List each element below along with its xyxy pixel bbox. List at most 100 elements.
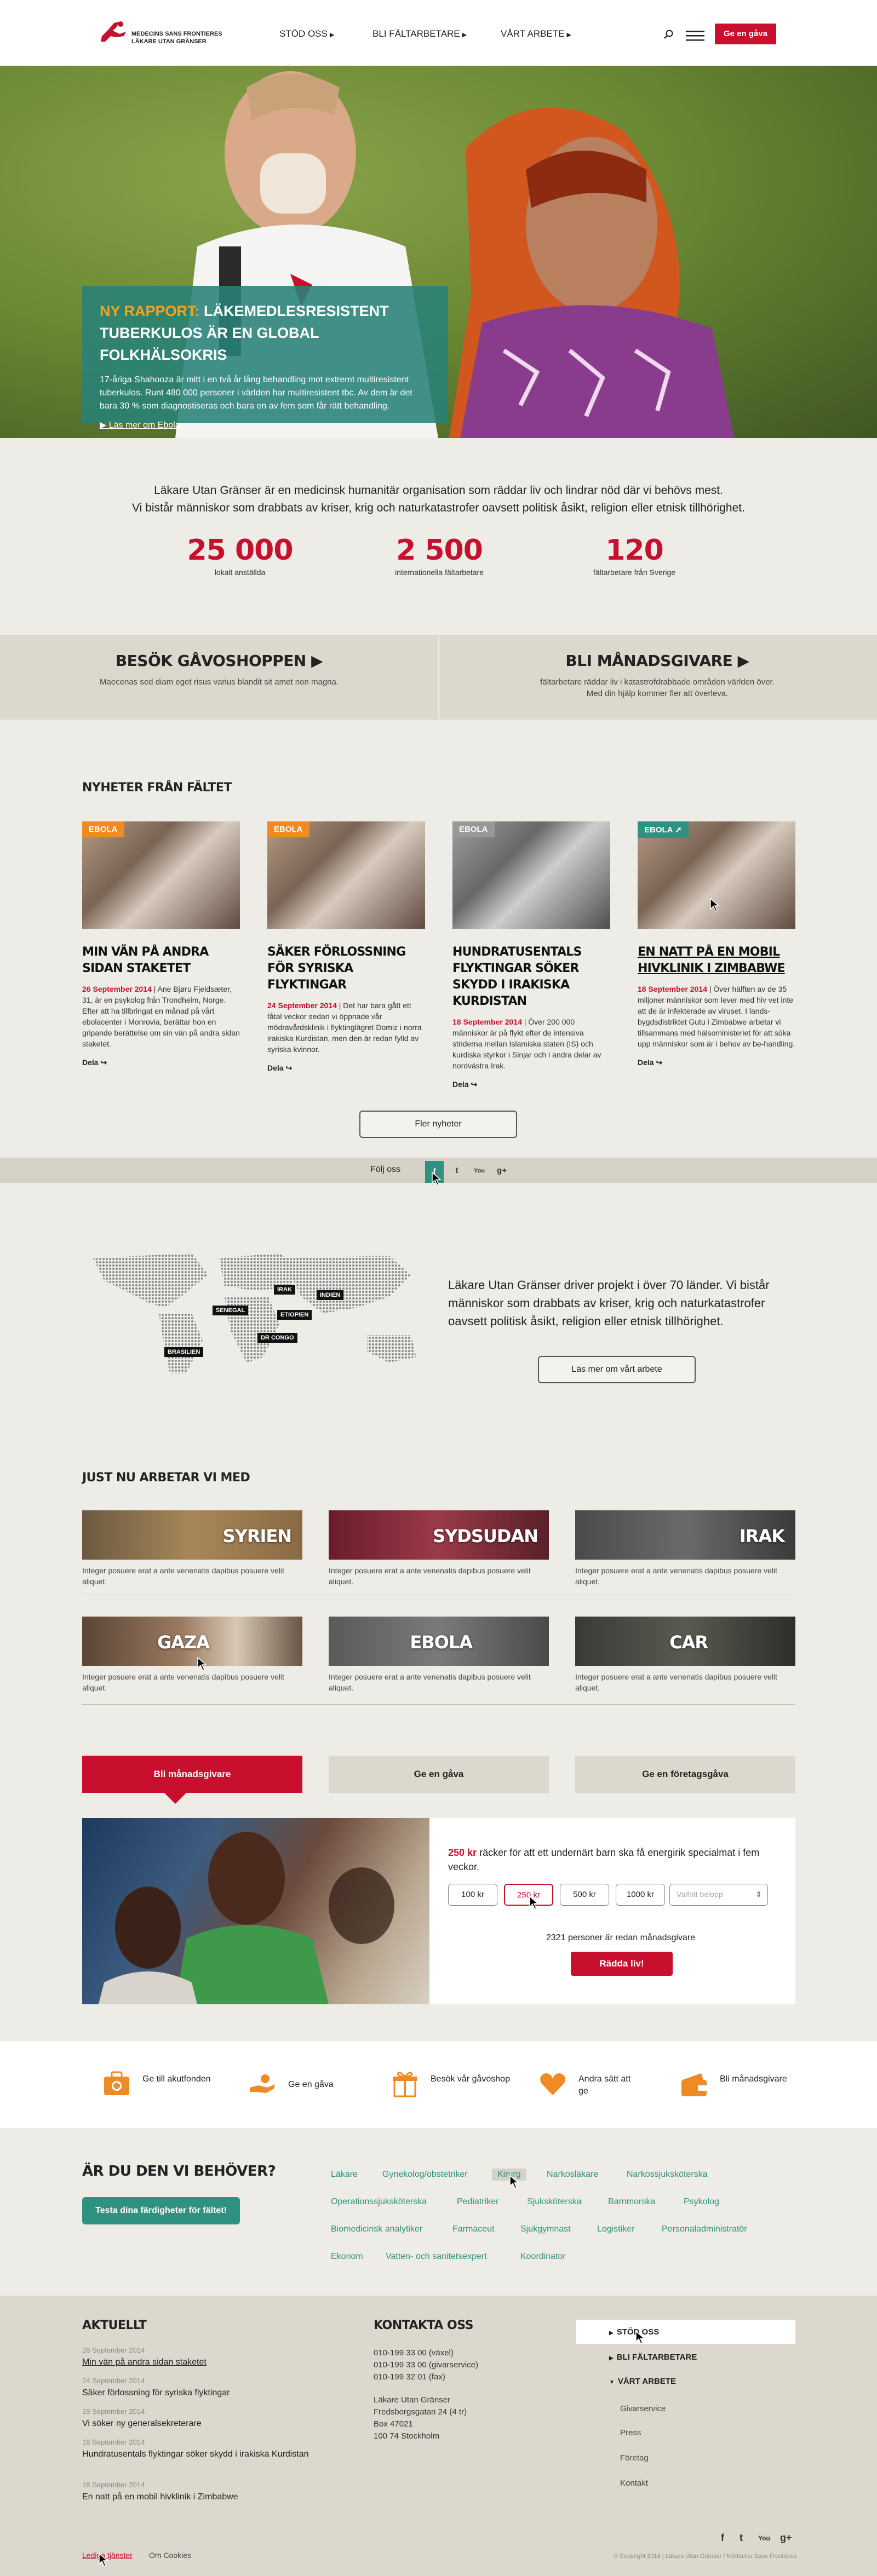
map-pin-brasilien[interactable]: BRASILIEN <box>164 1347 204 1357</box>
search-icon[interactable] <box>664 30 674 39</box>
map-pin-indien[interactable]: INDIEN <box>317 1290 344 1300</box>
footer-news-item[interactable]: 19 September 2014 Vi söker ny generalsekr… <box>82 2407 312 2429</box>
job-link[interactable]: Operationssjuksköterska <box>331 2197 427 2207</box>
donate-button[interactable]: Ge en gåva <box>715 24 776 44</box>
logo-line-2: LÄKARE UTAN GRÄNSER <box>131 38 207 45</box>
hero-tag: NY RAPPORT: <box>100 303 200 319</box>
cta-gift-shop[interactable]: BESÖK GÅVOSHOPPEN ▶ Maecenas sed diam eg… <box>55 652 383 688</box>
test-skills-button[interactable]: Testa dina färdigheter för fältet! <box>82 2197 240 2224</box>
footer-nav-stod-oss[interactable]: ▶ STÖD OSS <box>609 2327 659 2337</box>
cta-title: BLI MÅNADSGIVARE ▶ <box>493 652 822 670</box>
google-plus-icon[interactable]: g+ <box>495 1164 508 1177</box>
share-link[interactable]: Dela ↪ <box>82 1058 240 1067</box>
footer-facebook-icon[interactable]: f <box>721 2532 724 2544</box>
read-more-work-button[interactable]: Läs mer om vårt arbete <box>538 1356 696 1383</box>
msf-logo[interactable]: MEDECINS SANS FRONTIERES LÄKARE UTAN GRÄ… <box>98 19 222 49</box>
cookies-link[interactable]: Om Cookies <box>149 2551 191 2560</box>
footer-nav-vart-arbete[interactable]: ▼ VÅRT ARBETE <box>609 2377 676 2386</box>
amount-500-button[interactable]: 500 kr <box>560 1884 609 1906</box>
job-link[interactable]: Psykolog <box>684 2197 719 2207</box>
cta-monthly-donor[interactable]: BLI MÅNADSGIVARE ▶ fältarbetare räddar l… <box>493 652 822 699</box>
footer-sub-link[interactable]: Företag <box>620 2453 649 2463</box>
news-title[interactable]: MIN VÄN PÅ ANDRA SIDAN STAKETET <box>82 944 240 977</box>
twitter-icon[interactable]: t <box>450 1164 463 1177</box>
project-name: SYRIEN <box>222 1526 292 1546</box>
share-link[interactable]: Dela ↪ <box>452 1080 610 1089</box>
footer-sub-link[interactable]: Kontakt <box>620 2479 648 2488</box>
stat-label: internationella fältarbetare <box>395 568 484 577</box>
footer-sub-link[interactable]: Press <box>620 2428 641 2437</box>
job-link[interactable]: Sjuksköterska <box>527 2197 582 2207</box>
news-card[interactable]: EBOLA MIN VÄN PÅ ANDRA SIDAN STAKETET 26… <box>82 821 240 1067</box>
news-card[interactable]: EBOLA ➚ EN NATT PÅ EN MOBIL HIVKLINIK I … <box>638 821 795 1067</box>
amount-100-button[interactable]: 100 kr <box>448 1884 497 1906</box>
more-news-button[interactable]: Fler nyheter <box>359 1111 517 1138</box>
hamburger-menu-icon[interactable] <box>686 30 704 42</box>
stepper-icon[interactable]: ⇕ <box>755 1884 762 1905</box>
map-pin-irak[interactable]: IRAK <box>274 1285 295 1295</box>
job-link[interactable]: Läkare <box>331 2170 358 2180</box>
map-pin-dr-congo[interactable]: DR CONGO <box>257 1333 297 1343</box>
caret-right-icon: ▶ <box>609 2330 614 2336</box>
job-link[interactable]: Farmaceut <box>452 2224 494 2234</box>
project-card-sydsudan[interactable]: SYDSUDAN Integer posuere erat a ante ven… <box>329 1510 549 1587</box>
news-date: 24 September 2014 <box>267 1001 337 1010</box>
save-lives-button[interactable]: Rädda liv! <box>571 1952 673 1976</box>
other-amount-placeholder: Valfritt belopp <box>677 1890 723 1899</box>
tab-corporate-gift[interactable]: Ge en företagsgåva <box>575 1756 795 1793</box>
amount-250-button[interactable]: 250 kr <box>504 1884 553 1906</box>
footer-news-item[interactable]: 24 September 2014 Säker förlossning för s… <box>82 2377 312 2399</box>
job-link[interactable]: Narkosläkare <box>547 2170 598 2180</box>
job-link[interactable]: Pediatriker <box>457 2197 498 2207</box>
project-card-ebola[interactable]: EBOLA Integer posuere erat a ante venena… <box>329 1617 549 1693</box>
share-link[interactable]: Dela ↪ <box>267 1063 425 1073</box>
map-pin-senegal[interactable]: SENEGAL <box>213 1306 249 1315</box>
news-card[interactable]: EBOLA HUNDRATUSENTALS FLYKTINGAR SÖKER S… <box>452 821 610 1089</box>
news-title[interactable]: HUNDRATUSENTALS FLYKTINGAR SÖKER SKYDD I… <box>452 944 610 1010</box>
share-link[interactable]: Dela ↪ <box>638 1058 795 1067</box>
job-link[interactable]: Biomedicinsk analytiker <box>331 2224 422 2234</box>
project-card-syrien[interactable]: SYRIEN Integer posuere erat a ante venen… <box>82 1510 302 1587</box>
other-amount-input[interactable]: Valfritt belopp ⇕ <box>669 1884 768 1906</box>
nav-stod-oss[interactable]: STÖD OSS ▶ <box>279 28 334 39</box>
news-card[interactable]: EBOLA SÄKER FÖRLOSSNING FÖR SYRISKA FLYK… <box>267 821 425 1073</box>
footer-news-date: 24 September 2014 <box>82 2377 145 2385</box>
amount-1000-button[interactable]: 1000 kr <box>616 1884 665 1906</box>
footer-youtube-icon[interactable]: You <box>758 2534 770 2542</box>
job-link[interactable]: Barnmorska <box>608 2197 655 2207</box>
news-tag: EBOLA <box>267 821 309 837</box>
footer-google-plus-icon[interactable]: g+ <box>780 2532 792 2544</box>
job-link[interactable]: Gynekolog/obstetriker <box>382 2170 468 2180</box>
job-link[interactable]: Logistiker <box>597 2224 634 2234</box>
project-card-irak[interactable]: IRAK Integer posuere erat a ante venenat… <box>575 1510 795 1587</box>
map-pin-etiopien[interactable]: ETIOPIEN <box>277 1310 312 1320</box>
nav-bli-faltarbetare[interactable]: BLI FÄLTARBETARE ▶ <box>372 28 467 39</box>
job-link[interactable]: Narkossjuksköterska <box>627 2170 708 2180</box>
hero-read-more-link[interactable]: ▶ Läs mer om Ebola <box>100 419 431 430</box>
mission-line-1: Läkare Utan Gränser är en medicinsk huma… <box>154 484 723 497</box>
footer-news-item[interactable]: 18 September 2014 En natt på en mobil hiv… <box>82 2481 312 2503</box>
job-link[interactable]: Personaladministratör <box>662 2224 747 2234</box>
job-link[interactable]: Ekonom <box>331 2252 363 2262</box>
tab-monthly-donor[interactable]: Bli månadsgivare <box>82 1756 302 1793</box>
project-card-gaza[interactable]: GAZA Integer posuere erat a ante venenat… <box>82 1617 302 1693</box>
news-title[interactable]: EN NATT PÅ EN MOBIL HIVKLINIK I ZIMBABWE <box>638 944 795 977</box>
footer-news-item[interactable]: 26 September 2014 Min vän på andra sidan … <box>82 2346 312 2368</box>
news-tag: EBOLA <box>82 821 124 837</box>
hero-title[interactable]: NY RAPPORT: LÄKEMEDLESRESISTENT TUBERKUL… <box>100 300 431 366</box>
youtube-icon[interactable]: You <box>471 1164 488 1177</box>
footer-twitter-icon[interactable]: t <box>740 2532 743 2544</box>
news-text: | Ane Bjøru Fjeldsæter, 31, är en psykol… <box>82 985 240 1048</box>
tab-give-gift[interactable]: Ge en gåva <box>329 1756 549 1793</box>
job-link[interactable]: Vatten- och sanitetsexpert <box>386 2252 487 2262</box>
job-link[interactable]: Sjukgymnast <box>520 2224 571 2234</box>
footer-news-item[interactable]: 18 September 2014 Hundratusentals flyktin… <box>82 2438 312 2460</box>
project-card-car[interactable]: CAR Integer posuere erat a ante venenati… <box>575 1617 795 1693</box>
footer-sub-link[interactable]: Givarservice <box>620 2404 666 2413</box>
job-link[interactable]: Koordinator <box>520 2252 566 2262</box>
cta-title-text: BLI MÅNADSGIVARE <box>565 652 733 670</box>
footer-nav-bli-faltarbetare[interactable]: ▶ BLI FÄLTARBETARE <box>609 2353 697 2362</box>
nav-vart-arbete[interactable]: VÅRT ARBETE ▶ <box>501 28 571 39</box>
news-title[interactable]: SÄKER FÖRLOSSNING FÖR SYRISKA FLYKTINGAR <box>267 944 425 993</box>
gift-icon <box>393 2072 417 2097</box>
